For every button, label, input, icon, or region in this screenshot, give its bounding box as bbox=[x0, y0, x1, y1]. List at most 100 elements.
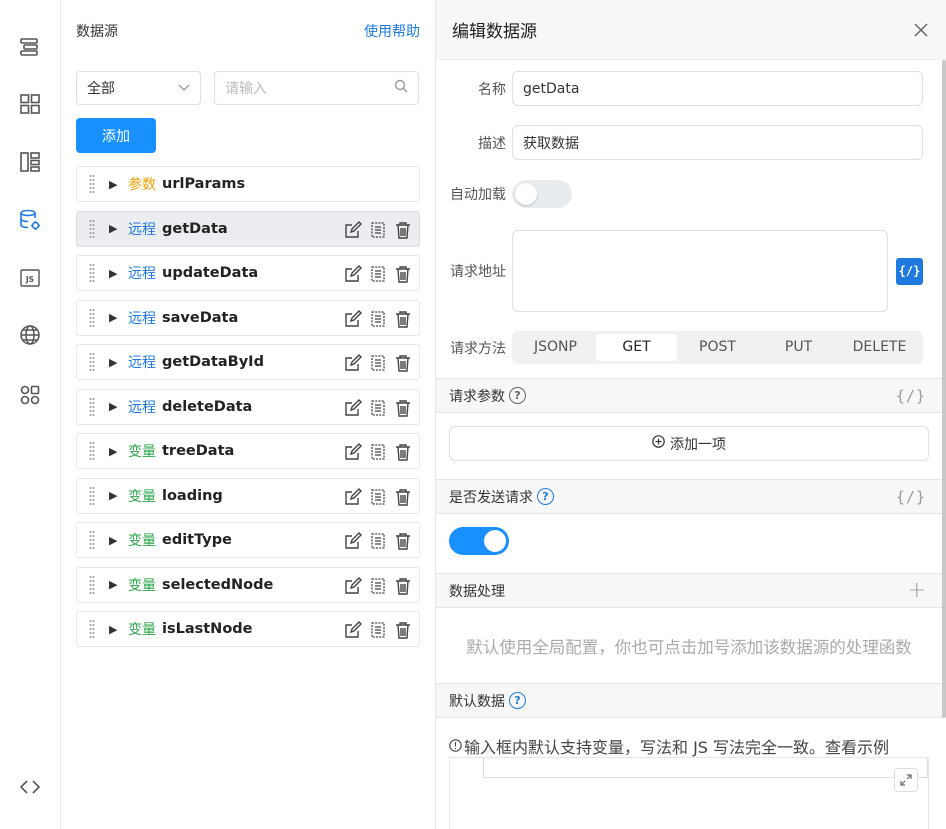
method-option[interactable]: GET bbox=[596, 334, 677, 361]
method-option[interactable]: DELETE bbox=[839, 334, 920, 361]
js-icon[interactable]: JS bbox=[17, 265, 43, 291]
help-icon[interactable]: ? bbox=[509, 692, 526, 709]
datasource-item[interactable]: ▶ 远程 saveData bbox=[76, 299, 420, 336]
edit-icon[interactable] bbox=[343, 487, 363, 507]
datasource-icon[interactable] bbox=[17, 207, 43, 233]
edit-icon[interactable] bbox=[343, 220, 363, 240]
desc-input[interactable]: 获取数据 bbox=[512, 125, 923, 160]
url-variable-button[interactable]: {/} bbox=[896, 257, 923, 285]
edit-icon[interactable] bbox=[343, 398, 363, 418]
copy-icon[interactable] bbox=[368, 442, 388, 462]
datasource-item[interactable]: ▶ 远程 updateData bbox=[76, 255, 420, 291]
outline-icon[interactable] bbox=[17, 34, 43, 60]
delete-icon[interactable] bbox=[393, 264, 413, 284]
drag-handle-icon[interactable] bbox=[87, 308, 97, 328]
add-param-button[interactable]: 添加一项 bbox=[449, 426, 929, 461]
datasource-type-tag: 参数 bbox=[128, 177, 156, 193]
delete-icon[interactable] bbox=[393, 398, 413, 418]
drag-handle-icon[interactable] bbox=[87, 575, 97, 595]
expand-icon[interactable] bbox=[894, 768, 918, 792]
drag-handle-icon[interactable] bbox=[87, 352, 97, 372]
expand-arrow-icon[interactable]: ▶ bbox=[109, 222, 119, 235]
expand-arrow-icon[interactable]: ▶ bbox=[109, 623, 119, 636]
default-data-editor[interactable] bbox=[449, 757, 929, 829]
search-input[interactable]: 请输入 bbox=[214, 71, 419, 105]
copy-icon[interactable] bbox=[368, 620, 388, 640]
close-icon[interactable] bbox=[911, 20, 931, 40]
help-icon[interactable]: ? bbox=[537, 488, 554, 505]
copy-icon[interactable] bbox=[368, 353, 388, 373]
autoload-toggle[interactable] bbox=[512, 180, 572, 208]
edit-icon[interactable] bbox=[343, 531, 363, 551]
delete-icon[interactable] bbox=[393, 353, 413, 373]
copy-icon[interactable] bbox=[368, 309, 388, 329]
edit-icon[interactable] bbox=[343, 620, 363, 640]
datasource-item[interactable]: ▶ 参数 urlParams bbox=[76, 166, 420, 202]
delete-icon[interactable] bbox=[393, 620, 413, 640]
copy-icon[interactable] bbox=[368, 487, 388, 507]
name-input[interactable]: getData bbox=[512, 71, 923, 106]
expand-arrow-icon[interactable]: ▶ bbox=[109, 356, 119, 369]
datasource-item[interactable]: ▶ 变量 selectedNode bbox=[76, 566, 420, 603]
layout-icon[interactable] bbox=[17, 149, 43, 175]
copy-icon[interactable] bbox=[368, 531, 388, 551]
expand-arrow-icon[interactable]: ▶ bbox=[109, 445, 119, 458]
method-option[interactable]: POST bbox=[677, 334, 758, 361]
datasource-type-tag: 变量 bbox=[128, 488, 156, 505]
edit-icon[interactable] bbox=[343, 309, 363, 329]
drag-handle-icon[interactable] bbox=[87, 174, 97, 194]
expand-arrow-icon[interactable]: ▶ bbox=[109, 311, 119, 324]
method-option[interactable]: JSONP bbox=[515, 334, 596, 361]
type-filter-select[interactable]: 全部 bbox=[76, 71, 201, 105]
drag-handle-icon[interactable] bbox=[87, 619, 97, 639]
url-textarea[interactable] bbox=[512, 230, 888, 312]
drag-handle-icon[interactable] bbox=[87, 219, 97, 239]
globe-icon[interactable] bbox=[17, 322, 43, 348]
copy-icon[interactable] bbox=[368, 576, 388, 596]
copy-icon[interactable] bbox=[368, 220, 388, 240]
apps-icon[interactable] bbox=[17, 382, 43, 408]
method-option[interactable]: PUT bbox=[758, 334, 839, 361]
add-process-icon[interactable]: + bbox=[908, 578, 926, 603]
delete-icon[interactable] bbox=[393, 442, 413, 462]
edit-icon[interactable] bbox=[343, 442, 363, 462]
drag-handle-icon[interactable] bbox=[87, 441, 97, 461]
help-link[interactable]: 使用帮助 bbox=[364, 21, 420, 41]
expand-arrow-icon[interactable]: ▶ bbox=[109, 178, 119, 191]
expand-arrow-icon[interactable]: ▶ bbox=[109, 400, 119, 413]
copy-icon[interactable] bbox=[368, 264, 388, 284]
edit-icon[interactable] bbox=[343, 576, 363, 596]
send-variable-button[interactable]: {/} bbox=[896, 488, 926, 506]
delete-icon[interactable] bbox=[393, 576, 413, 596]
expand-arrow-icon[interactable]: ▶ bbox=[109, 489, 119, 502]
scrollbar[interactable] bbox=[942, 60, 946, 718]
components-icon[interactable] bbox=[17, 91, 43, 117]
edit-icon[interactable] bbox=[343, 353, 363, 373]
copy-icon[interactable] bbox=[368, 398, 388, 418]
delete-icon[interactable] bbox=[393, 531, 413, 551]
delete-icon[interactable] bbox=[393, 309, 413, 329]
datasource-item[interactable]: ▶ 变量 loading bbox=[76, 477, 420, 514]
datasource-item[interactable]: ▶ 变量 isLastNode bbox=[76, 611, 420, 647]
datasource-item[interactable]: ▶ 变量 editType bbox=[76, 522, 420, 558]
delete-icon[interactable] bbox=[393, 220, 413, 240]
expand-arrow-icon[interactable]: ▶ bbox=[109, 267, 119, 280]
datasource-item[interactable]: ▶ 远程 getData bbox=[76, 210, 420, 247]
drag-handle-icon[interactable] bbox=[87, 530, 97, 550]
datasource-item[interactable]: ▶ 远程 getDataById bbox=[76, 344, 420, 380]
expand-arrow-icon[interactable]: ▶ bbox=[109, 578, 119, 591]
datasource-item[interactable]: ▶ 远程 deleteData bbox=[76, 388, 420, 425]
help-icon[interactable]: ? bbox=[509, 387, 526, 404]
drag-handle-icon[interactable] bbox=[87, 263, 97, 283]
delete-icon[interactable] bbox=[393, 487, 413, 507]
add-datasource-button[interactable]: 添加 bbox=[76, 118, 156, 153]
drag-handle-icon[interactable] bbox=[87, 397, 97, 417]
edit-icon[interactable] bbox=[343, 264, 363, 284]
send-request-toggle[interactable] bbox=[449, 527, 509, 555]
expand-arrow-icon[interactable]: ▶ bbox=[109, 534, 119, 547]
code-icon[interactable] bbox=[17, 774, 43, 800]
drag-handle-icon[interactable] bbox=[87, 486, 97, 506]
params-variable-button[interactable]: {/} bbox=[896, 387, 926, 405]
datasource-item[interactable]: ▶ 变量 treeData bbox=[76, 433, 420, 469]
desc-row: 描述 获取数据 bbox=[436, 125, 942, 160]
